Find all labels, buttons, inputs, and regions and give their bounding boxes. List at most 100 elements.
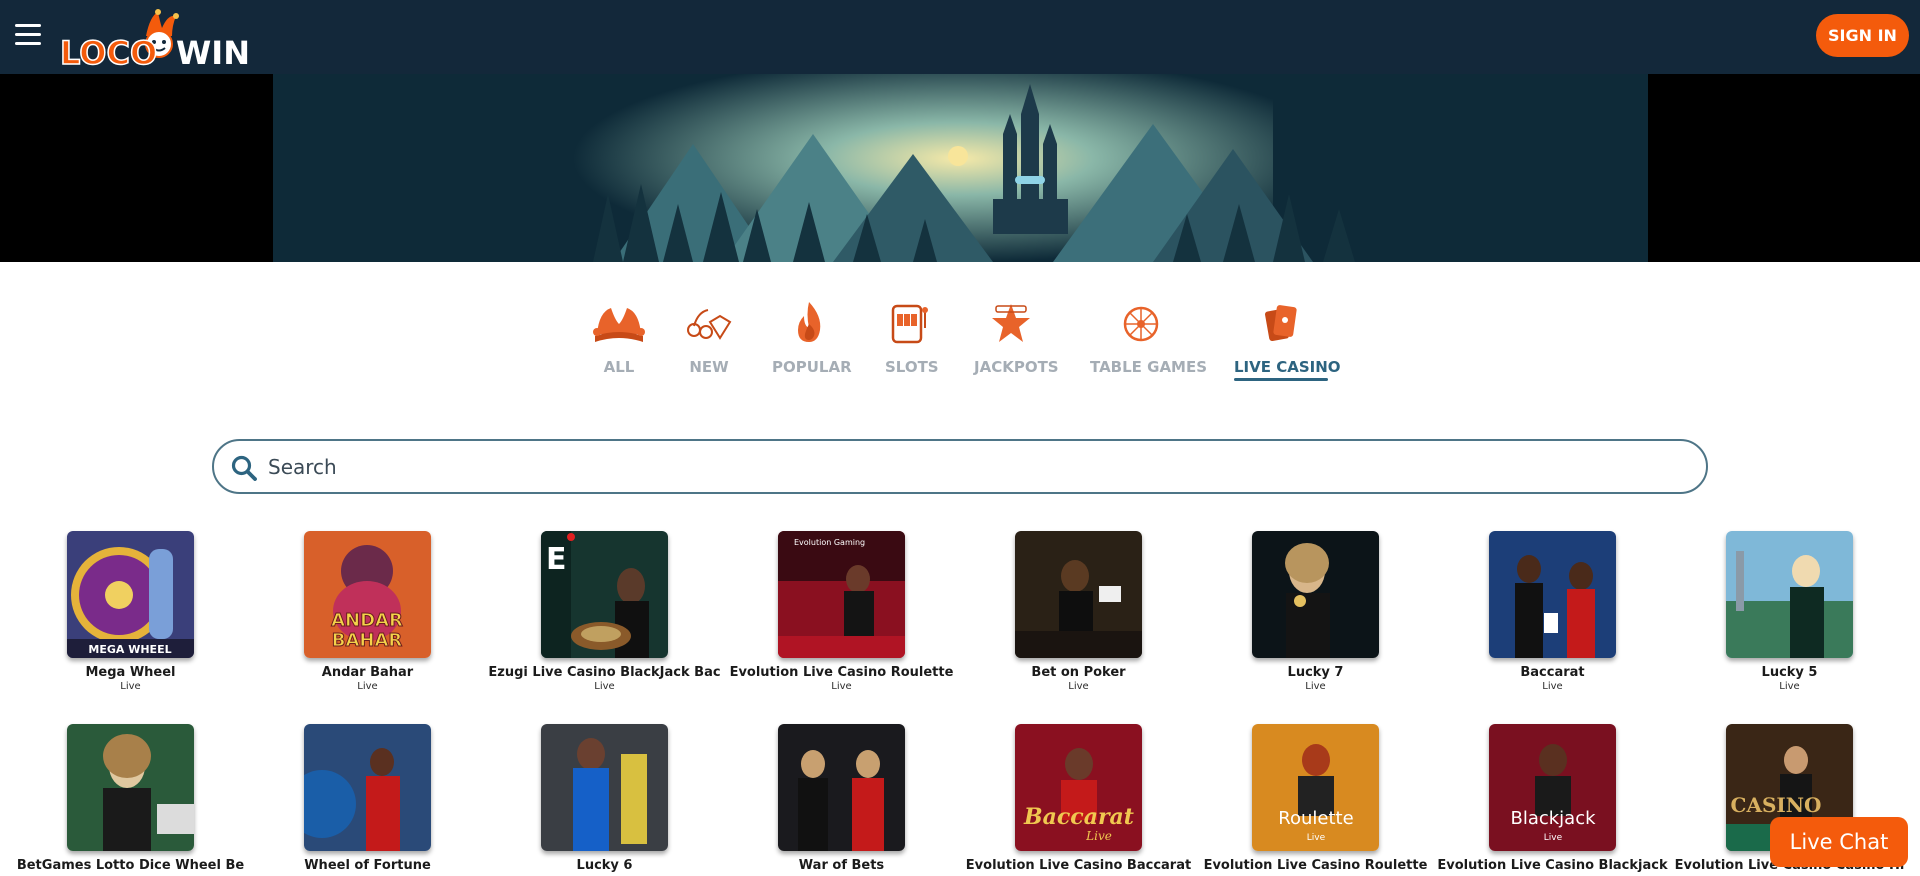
hero-banner <box>0 74 1920 262</box>
roulette-wheel-icon <box>1123 306 1159 342</box>
tab-label: ALL <box>603 358 635 376</box>
tab-label: NEW <box>689 358 729 376</box>
game-thumbnail <box>1252 531 1379 658</box>
svg-text:E: E <box>546 542 567 577</box>
playing-cards-icon <box>1265 305 1297 342</box>
game-tag: Live <box>120 681 141 692</box>
game-thumbnail: MEGA WHEEL <box>67 531 194 658</box>
game-thumbnail: ANDAR BAHAR <box>304 531 431 658</box>
game-thumbnail <box>778 724 905 851</box>
slot-machine-icon <box>891 304 928 344</box>
game-thumbnail <box>541 724 668 851</box>
game-thumbnail: Evolution Gaming <box>778 531 905 658</box>
game-tag: Live <box>1305 681 1326 692</box>
game-card[interactable]: Evolution Gaming Evolution Live Casino R… <box>723 531 960 692</box>
game-title: Evolution Live Casino Roulette <box>1203 858 1428 873</box>
game-card[interactable]: Baccarat Live <box>1434 531 1671 692</box>
tab-all[interactable]: ALL <box>588 298 650 382</box>
game-card[interactable]: Roulette Live Evolution Live Casino Roul… <box>1197 724 1434 873</box>
game-tag: Live <box>1542 681 1563 692</box>
game-thumbnail <box>1726 531 1853 658</box>
tab-jackpots[interactable]: JACKPOTS <box>974 298 1059 382</box>
game-thumbnail: E <box>541 531 668 658</box>
active-tab-indicator <box>1234 378 1328 381</box>
tab-popular[interactable]: POPULAR <box>772 298 852 382</box>
svg-text:Evolution Gaming: Evolution Gaming <box>794 538 865 547</box>
game-title: Evolution Live Casino Blackjack <box>1437 858 1668 873</box>
game-title: Lucky 7 <box>1287 665 1344 680</box>
game-card[interactable]: Lucky 7 Live <box>1197 531 1434 692</box>
game-title: Bet on Poker <box>1031 665 1126 680</box>
tab-live-casino[interactable]: LIVE CASINO <box>1234 298 1341 382</box>
category-tabs: ALL NEW POPULAR SLOTS JACKPOTS TABLE GAM… <box>0 298 1920 382</box>
game-card[interactable]: BetGames Lotto Dice Wheel Be <box>12 724 249 873</box>
game-tag: Live <box>594 681 615 692</box>
game-title: War of Bets <box>798 858 885 873</box>
svg-text:Blackjack: Blackjack <box>1510 808 1596 829</box>
search-input[interactable] <box>268 449 1668 485</box>
svg-text:WIN: WIN <box>176 34 248 68</box>
tab-label: POPULAR <box>772 358 852 376</box>
svg-text:BAHAR: BAHAR <box>332 630 403 651</box>
star-jackpot-icon <box>992 304 1030 342</box>
hamburger-icon[interactable] <box>15 24 41 46</box>
flame-icon <box>798 302 821 342</box>
tab-new[interactable]: NEW <box>686 298 732 382</box>
svg-text:Baccarat: Baccarat <box>1023 804 1134 830</box>
game-card[interactable]: Wheel of Fortune <box>249 724 486 873</box>
tab-label: LIVE CASINO <box>1234 358 1341 376</box>
game-thumbnail <box>304 724 431 851</box>
game-card[interactable]: MEGA WHEEL Mega Wheel Live <box>12 531 249 692</box>
tab-slots[interactable]: SLOTS <box>885 298 939 382</box>
game-card[interactable]: ANDAR BAHAR Andar Bahar Live <box>249 531 486 692</box>
game-thumbnail <box>67 724 194 851</box>
game-title: Mega Wheel <box>85 665 176 680</box>
game-thumbnail: Roulette Live <box>1252 724 1379 851</box>
game-tag: Live <box>357 681 378 692</box>
game-title: Lucky 5 <box>1761 665 1818 680</box>
site-logo[interactable]: LOCO WIN <box>58 6 250 73</box>
game-tag: Live <box>831 681 852 692</box>
tab-label: TABLE GAMES <box>1090 358 1208 376</box>
search-icon <box>231 455 257 481</box>
svg-text:LOCO: LOCO <box>60 34 157 68</box>
game-title: Wheel of Fortune <box>304 858 431 873</box>
game-title: Evolution Live Casino Baccarat <box>965 858 1192 873</box>
game-title: Ezugi Live Casino BlackJack Bac <box>488 665 721 680</box>
game-card[interactable]: Blackjack Live Evolution Live Casino Bla… <box>1434 724 1671 873</box>
tab-table-games[interactable]: TABLE GAMES <box>1090 298 1208 382</box>
game-card[interactable]: E Ezugi Live Casino BlackJack Bac Live <box>486 531 723 692</box>
svg-text:Live: Live <box>1085 829 1112 843</box>
game-card[interactable]: Lucky 6 <box>486 724 723 873</box>
cherries-diamond-icon <box>687 309 732 340</box>
tab-label: JACKPOTS <box>974 358 1059 376</box>
game-tag: Live <box>1068 681 1089 692</box>
tab-label: SLOTS <box>885 358 939 376</box>
game-title: Lucky 6 <box>576 858 633 873</box>
live-chat-button[interactable]: Live Chat <box>1770 817 1908 867</box>
svg-text:Live: Live <box>1307 833 1326 843</box>
game-tag: Live <box>1779 681 1800 692</box>
jester-hat-icon <box>593 308 645 342</box>
game-title: Evolution Live Casino Roulette <box>729 665 954 680</box>
game-thumbnail: Baccarat Live <box>1015 724 1142 851</box>
game-title: BetGames Lotto Dice Wheel Be <box>16 858 245 873</box>
top-header: LOCO WIN SIGN IN <box>0 0 1920 74</box>
search-bar <box>212 439 1708 494</box>
game-thumbnail <box>1015 531 1142 658</box>
game-card[interactable]: War of Bets <box>723 724 960 873</box>
svg-text:Roulette: Roulette <box>1278 808 1353 829</box>
game-card[interactable]: Lucky 5 Live <box>1671 531 1908 692</box>
game-thumbnail <box>1489 531 1616 658</box>
game-title: Baccarat <box>1520 665 1585 680</box>
svg-text:MEGA WHEEL: MEGA WHEEL <box>88 643 171 656</box>
svg-text:CASINO: CASINO <box>1731 793 1822 817</box>
game-thumbnail: Blackjack Live <box>1489 724 1616 851</box>
game-card[interactable]: Bet on Poker Live <box>960 531 1197 692</box>
sign-in-button[interactable]: SIGN IN <box>1816 14 1909 57</box>
banner-image <box>273 74 1648 262</box>
svg-text:ANDAR: ANDAR <box>331 610 403 631</box>
game-card[interactable]: Baccarat Live Evolution Live Casino Bacc… <box>960 724 1197 873</box>
svg-text:Live: Live <box>1544 833 1563 843</box>
game-title: Andar Bahar <box>321 665 414 680</box>
